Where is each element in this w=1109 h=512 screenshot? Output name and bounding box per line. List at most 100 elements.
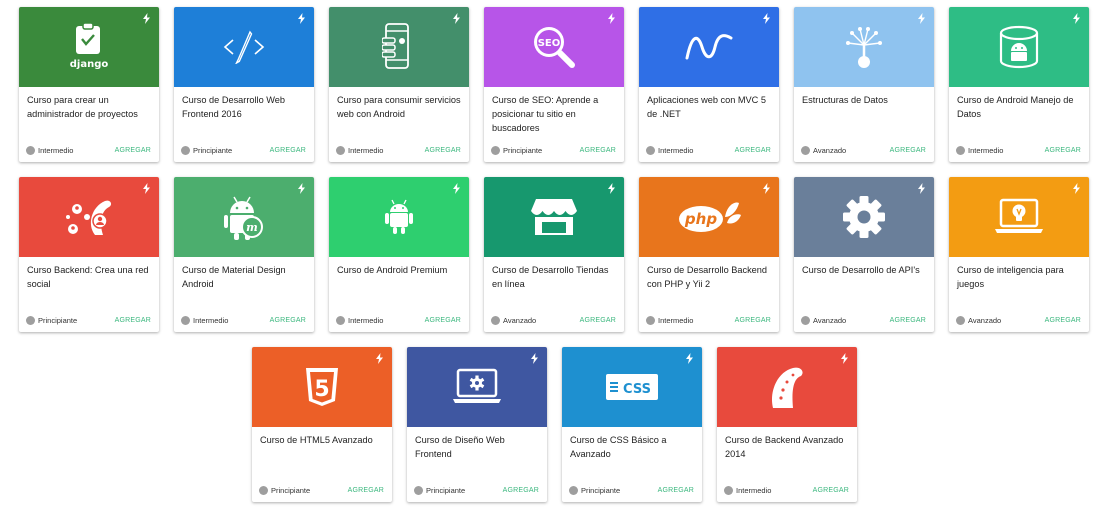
course-banner	[794, 177, 934, 257]
add-course-button[interactable]: AGREGAR	[813, 487, 849, 494]
course-title[interactable]: Curso de Diseño Web Frontend	[415, 433, 541, 461]
level-icon	[491, 145, 500, 155]
course-title[interactable]: Curso de Desarrollo Web Frontend 2016	[182, 93, 308, 121]
course-title[interactable]: Curso para crear un administrador de pro…	[27, 93, 153, 121]
course-level: Principiante	[38, 315, 78, 325]
course-title[interactable]: Curso de Desarrollo de API's	[802, 263, 928, 277]
tentacle-icon	[767, 364, 807, 410]
add-course-button[interactable]: AGREGAR	[890, 317, 926, 324]
course-card[interactable]: Curso de Desarrollo de API's Avanzado AG…	[794, 177, 934, 332]
course-card[interactable]: Curso de Android Manejo de Datos Interme…	[949, 7, 1089, 162]
course-grid: django Curso para crear un administrador…	[0, 0, 1109, 512]
course-title[interactable]: Curso de SEO: Aprende a posicionar tu si…	[492, 93, 618, 135]
course-title[interactable]: Curso de HTML5 Avanzado	[260, 433, 386, 447]
course-title[interactable]: Aplicaciones web con MVC 5 de .NET	[647, 93, 773, 121]
course-banner: CSS	[562, 347, 702, 427]
course-footer: Principiante AGREGAR	[491, 144, 616, 156]
flash-icon	[763, 183, 770, 194]
course-banner: m	[174, 177, 314, 257]
add-course-button[interactable]: AGREGAR	[425, 317, 461, 324]
course-banner: SEO	[484, 7, 624, 87]
course-card[interactable]: Curso de Desarrollo Tiendas en línea Ava…	[484, 177, 624, 332]
course-footer: Principiante AGREGAR	[181, 144, 306, 156]
course-card[interactable]: Curso de Desarrollo Web Frontend 2016 Pr…	[174, 7, 314, 162]
course-level: Principiante	[193, 145, 233, 155]
level-icon	[181, 315, 190, 325]
css-icon: CSS	[605, 373, 659, 401]
course-card[interactable]: CSS Curso de CSS Básico a Avanzado Princ…	[562, 347, 702, 502]
course-title[interactable]: Curso de Material Design Android	[182, 263, 308, 291]
course-title[interactable]: Curso de inteligencia para juegos	[957, 263, 1083, 291]
css-icon-text: CSS	[623, 382, 651, 397]
course-card[interactable]: 5 Curso de HTML5 Avanzado Principiante A…	[252, 347, 392, 502]
course-banner: 5	[252, 347, 392, 427]
course-card[interactable]: SEO Curso de SEO: Aprende a posicionar t…	[484, 7, 624, 162]
php-icon-text: php	[684, 210, 717, 228]
social-network-icon	[65, 195, 113, 239]
course-footer: Avanzado AGREGAR	[801, 314, 926, 326]
android-database-icon	[997, 25, 1041, 69]
add-course-button[interactable]: AGREGAR	[658, 487, 694, 494]
course-card[interactable]: m Curso de Material Design Android Inter…	[174, 177, 314, 332]
course-title[interactable]: Curso para consumir servicios web con An…	[337, 93, 463, 121]
flash-icon	[298, 13, 305, 24]
course-title[interactable]: Curso de Android Premium	[337, 263, 463, 277]
django-icon-text: django	[70, 59, 109, 70]
add-course-button[interactable]: AGREGAR	[735, 317, 771, 324]
add-course-button[interactable]: AGREGAR	[1045, 317, 1081, 324]
add-course-button[interactable]: AGREGAR	[503, 487, 539, 494]
add-course-button[interactable]: AGREGAR	[270, 317, 306, 324]
course-banner	[639, 7, 779, 87]
course-card[interactable]: php Curso de Desarrollo Backend con PHP …	[639, 177, 779, 332]
course-level: Principiante	[581, 485, 621, 495]
course-title[interactable]: Curso de Android Manejo de Datos	[957, 93, 1083, 121]
course-footer: Principiante AGREGAR	[569, 484, 694, 496]
add-course-button[interactable]: AGREGAR	[890, 147, 926, 154]
add-course-button[interactable]: AGREGAR	[1045, 147, 1081, 154]
add-course-button[interactable]: AGREGAR	[270, 147, 306, 154]
course-card[interactable]: Curso de Android Premium Intermedio AGRE…	[329, 177, 469, 332]
add-course-button[interactable]: AGREGAR	[348, 487, 384, 494]
course-card[interactable]: Curso para consumir servicios web con An…	[329, 7, 469, 162]
course-title[interactable]: Curso de Desarrollo Backend con PHP y Yi…	[647, 263, 773, 291]
course-level: Intermedio	[193, 315, 229, 325]
course-footer: Intermedio AGREGAR	[26, 144, 151, 156]
flash-icon	[686, 353, 693, 364]
add-course-button[interactable]: AGREGAR	[115, 147, 151, 154]
tree-nodes-icon	[842, 23, 886, 71]
course-level: Avanzado	[503, 315, 537, 325]
course-title[interactable]: Estructuras de Datos	[802, 93, 928, 107]
level-icon	[646, 145, 655, 155]
course-card[interactable]: django Curso para crear un administrador…	[19, 7, 159, 162]
flash-icon	[453, 13, 460, 24]
level-icon	[259, 485, 268, 495]
course-banner	[794, 7, 934, 87]
course-footer: Intermedio AGREGAR	[646, 314, 771, 326]
add-course-button[interactable]: AGREGAR	[735, 147, 771, 154]
add-course-button[interactable]: AGREGAR	[580, 147, 616, 154]
add-course-button[interactable]: AGREGAR	[425, 147, 461, 154]
course-banner	[484, 177, 624, 257]
course-title[interactable]: Curso Backend: Crea una red social	[27, 263, 153, 291]
course-card[interactable]: Curso de Diseño Web Frontend Principiant…	[407, 347, 547, 502]
html5-icon-text: 5	[314, 377, 329, 402]
course-card[interactable]: Curso de inteligencia para juegos Avanza…	[949, 177, 1089, 332]
level-icon	[336, 315, 345, 325]
course-title[interactable]: Curso de Backend Avanzado 2014	[725, 433, 851, 461]
course-card[interactable]: Aplicaciones web con MVC 5 de .NET Inter…	[639, 7, 779, 162]
add-course-button[interactable]: AGREGAR	[115, 317, 151, 324]
course-card[interactable]: Curso Backend: Crea una red social Princ…	[19, 177, 159, 332]
flash-icon	[763, 13, 770, 24]
level-icon	[26, 145, 35, 155]
course-title[interactable]: Curso de Desarrollo Tiendas en línea	[492, 263, 618, 291]
course-level: Principiante	[271, 485, 311, 495]
course-card[interactable]: Estructuras de Datos Avanzado AGREGAR	[794, 7, 934, 162]
course-level: Intermedio	[348, 145, 384, 155]
level-icon	[956, 145, 965, 155]
svg-text:m: m	[246, 221, 258, 234]
course-title[interactable]: Curso de CSS Básico a Avanzado	[570, 433, 696, 461]
course-card[interactable]: Curso de Backend Avanzado 2014 Intermedi…	[717, 347, 857, 502]
course-footer: Intermedio AGREGAR	[646, 144, 771, 156]
add-course-button[interactable]: AGREGAR	[580, 317, 616, 324]
level-icon	[181, 145, 190, 155]
